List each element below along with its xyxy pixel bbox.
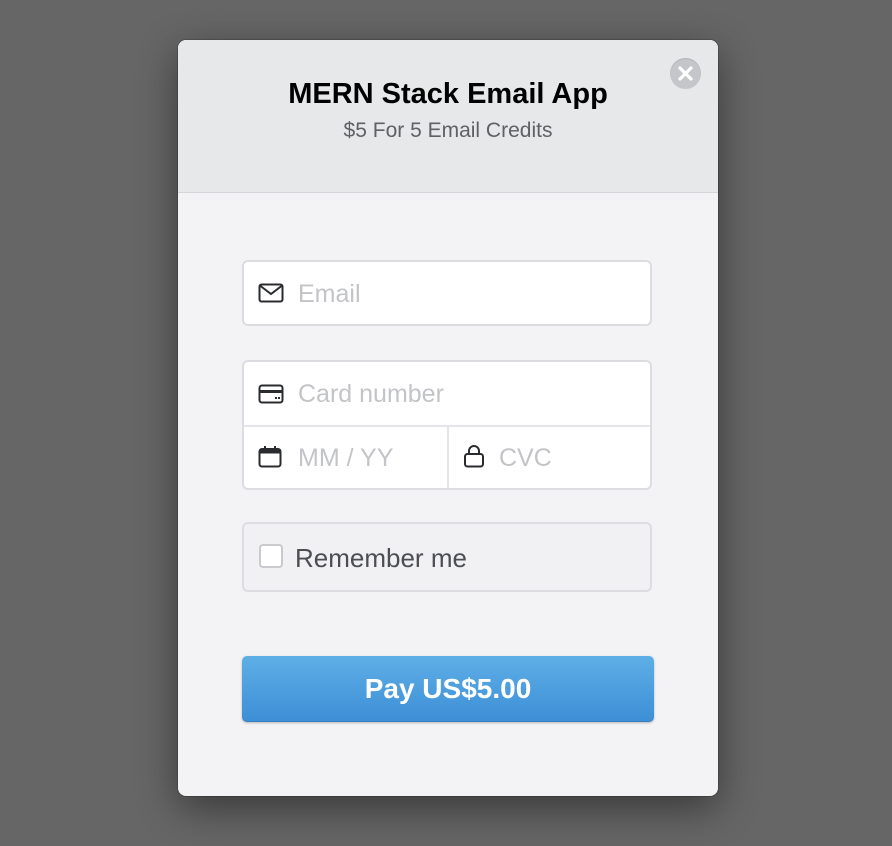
remember-me-checkbox[interactable] xyxy=(259,544,283,568)
remember-me-row[interactable]: Remember me xyxy=(242,522,652,592)
credit-card-icon xyxy=(258,384,284,404)
cvc-placeholder: CVC xyxy=(499,444,552,472)
lock-icon xyxy=(464,445,484,468)
calendar-icon xyxy=(258,446,282,468)
close-icon xyxy=(678,66,693,81)
card-number-placeholder: Card number xyxy=(298,380,444,408)
envelope-icon xyxy=(258,283,284,303)
expiry-placeholder: MM / YY xyxy=(298,444,394,472)
card-fields: Card number MM / YY CVC xyxy=(242,360,652,490)
remember-me-label: Remember me xyxy=(295,543,467,573)
modal-header: MERN Stack Email App $5 For 5 Email Cred… xyxy=(178,40,718,193)
email-placeholder: Email xyxy=(298,280,361,308)
modal-title: MERN Stack Email App xyxy=(288,78,608,110)
close-button[interactable] xyxy=(670,58,701,89)
checkout-modal: MERN Stack Email App $5 For 5 Email Cred… xyxy=(178,40,718,796)
modal-subtitle: $5 For 5 Email Credits xyxy=(343,119,553,142)
card-number-field[interactable]: Card number xyxy=(244,362,650,425)
email-field[interactable]: Email xyxy=(242,260,652,326)
pay-button[interactable]: Pay US$5.00 xyxy=(242,656,654,722)
expiry-field[interactable]: MM / YY xyxy=(244,427,447,488)
cvc-field[interactable]: CVC xyxy=(449,427,650,488)
